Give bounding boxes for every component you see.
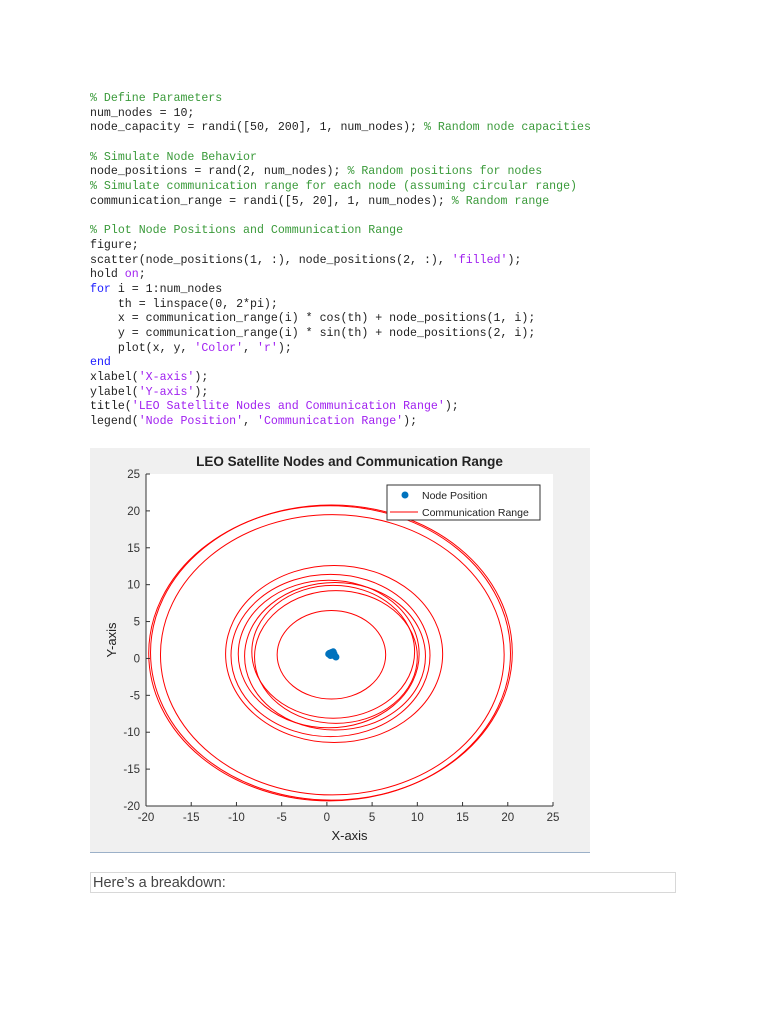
code-token: % Random positions for nodes	[347, 165, 543, 179]
x-tick-label: 5	[369, 812, 375, 824]
code-token: );	[277, 341, 292, 355]
code-token: );	[194, 385, 209, 399]
code-line: title('LEO Satellite Nodes and Communica…	[90, 400, 591, 415]
code-token: ,	[243, 415, 257, 429]
code-token: i = 1:num_nodes	[110, 282, 223, 296]
code-token: scatter(node_positions(1, :), node_posit…	[90, 253, 452, 267]
code-line: % Define Parameters	[90, 92, 591, 107]
code-token: % Simulate Node Behavior	[90, 150, 257, 164]
code-token: 'filled'	[451, 253, 508, 267]
code-line: xlabel('X-axis');	[90, 371, 591, 386]
chart: LEO Satellite Nodes and Communication Ra…	[104, 454, 560, 843]
code-token: th = linspace(0, 2*pi);	[90, 297, 278, 311]
code-line: % Simulate Node Behavior	[90, 151, 591, 166]
code-token: % Plot Node Positions and Communication …	[90, 224, 404, 238]
y-tick-label: 5	[134, 617, 140, 629]
legend-node-marker	[401, 491, 409, 499]
code-token: );	[444, 400, 459, 414]
code-token: 'Communication Range'	[257, 415, 404, 429]
code-token: % Random node capacities	[423, 121, 591, 135]
y-tick-label: -20	[123, 801, 140, 813]
y-tick-label: -10	[123, 727, 140, 739]
code-line: legend('Node Position', 'Communication R…	[90, 415, 591, 430]
code-line: for i = 1:num_nodes	[90, 283, 591, 298]
y-tick-label: 0	[134, 653, 140, 665]
code-token: );	[403, 415, 418, 429]
code-token: 'X-axis'	[138, 371, 195, 385]
x-tick-label: 20	[501, 812, 514, 824]
breakdown-text: Here’s a breakdown:	[90, 872, 676, 893]
code-token: figure;	[90, 238, 139, 252]
x-tick-label: 10	[411, 812, 424, 824]
code-line: node_positions = rand(2, num_nodes); % R…	[90, 165, 591, 180]
code-token: title(	[90, 400, 132, 414]
code-line: % Plot Node Positions and Communication …	[90, 224, 591, 239]
code-token: ;	[138, 268, 146, 282]
code-line: communication_range = randi([5, 20], 1, …	[90, 195, 591, 210]
x-tick-label: -10	[228, 812, 245, 824]
code-line: figure;	[90, 239, 591, 254]
y-axis-label: Y-axis	[104, 622, 119, 657]
code-token: for	[90, 282, 111, 296]
code-line: num_nodes = 10;	[90, 107, 591, 122]
y-tick-label: -15	[123, 764, 140, 776]
code-token: 'Node Position'	[138, 415, 244, 429]
x-tick-label: 15	[456, 812, 469, 824]
code-line: node_capacity = randi([50, 200], 1, num_…	[90, 121, 591, 136]
legend-label: Communication Range	[422, 507, 529, 519]
legend: Node Position Communication Range	[386, 484, 541, 521]
code-line: th = linspace(0, 2*pi);	[90, 298, 591, 313]
code-token: % Define Parameters	[90, 92, 223, 105]
code-line: y = communication_range(i) * sin(th) + n…	[90, 327, 591, 342]
y-tick-label: 25	[127, 469, 140, 481]
x-tick-label: -20	[138, 812, 155, 824]
code-token: 'Y-axis'	[138, 385, 195, 399]
x-axis-label: X-axis	[331, 828, 368, 843]
code-token: node_positions = rand(2, num_nodes);	[90, 165, 348, 179]
code-token: );	[194, 371, 209, 385]
x-tick-label: -5	[277, 812, 287, 824]
code-line: scatter(node_positions(1, :), node_posit…	[90, 254, 591, 269]
code-line: end	[90, 356, 591, 371]
node-point	[327, 651, 335, 659]
code-line: % Simulate communication range for each …	[90, 180, 591, 195]
code-token: % Simulate communication range for each …	[90, 180, 578, 194]
code-token: );	[507, 253, 522, 267]
code-token: end	[90, 356, 111, 370]
code-token: xlabel(	[90, 371, 139, 385]
code-token: hold	[90, 268, 125, 282]
matlab-figure: LEO Satellite Nodes and Communication Ra…	[90, 448, 590, 853]
code-token: legend(	[90, 415, 139, 429]
chart-title: LEO Satellite Nodes and Communication Ra…	[196, 454, 503, 469]
y-tick-label: 20	[127, 506, 140, 518]
code-line: hold on;	[90, 268, 591, 283]
code-line: ylabel('Y-axis');	[90, 386, 591, 401]
code-line: plot(x, y, 'Color', 'r');	[90, 342, 591, 357]
x-tick-label: 25	[547, 812, 560, 824]
code-block: % Define Parameters num_nodes = 10; node_c…	[90, 92, 591, 430]
code-token: y = communication_range(i) * sin(th) + n…	[90, 327, 536, 340]
code-token: ylabel(	[90, 385, 139, 399]
code-token: % Random range	[451, 194, 550, 208]
legend-label: Node Position	[422, 490, 488, 502]
x-tick-label: 0	[324, 812, 330, 824]
code-token: 'r'	[257, 341, 278, 355]
code-token: 'Color'	[194, 341, 244, 355]
code-token: on	[124, 268, 139, 282]
plot-area	[146, 474, 553, 806]
code-token: communication_range = randi([5, 20], 1, …	[90, 194, 452, 208]
code-token: x = communication_range(i) * cos(th) + n…	[90, 312, 536, 326]
y-tick-label: 10	[127, 580, 140, 592]
x-tick-label: -15	[183, 812, 200, 824]
y-tick-label: -5	[130, 690, 140, 702]
code-token: plot(x, y,	[90, 341, 195, 355]
code-token: node_capacity = randi([50, 200], 1, num_…	[90, 121, 424, 135]
code-token: 'LEO Satellite Nodes and Communication R…	[131, 400, 445, 414]
y-tick-label: 15	[127, 543, 140, 555]
code-token: num_nodes = 10;	[90, 106, 195, 120]
code-token: ,	[243, 341, 257, 355]
code-line: x = communication_range(i) * cos(th) + n…	[90, 312, 591, 327]
